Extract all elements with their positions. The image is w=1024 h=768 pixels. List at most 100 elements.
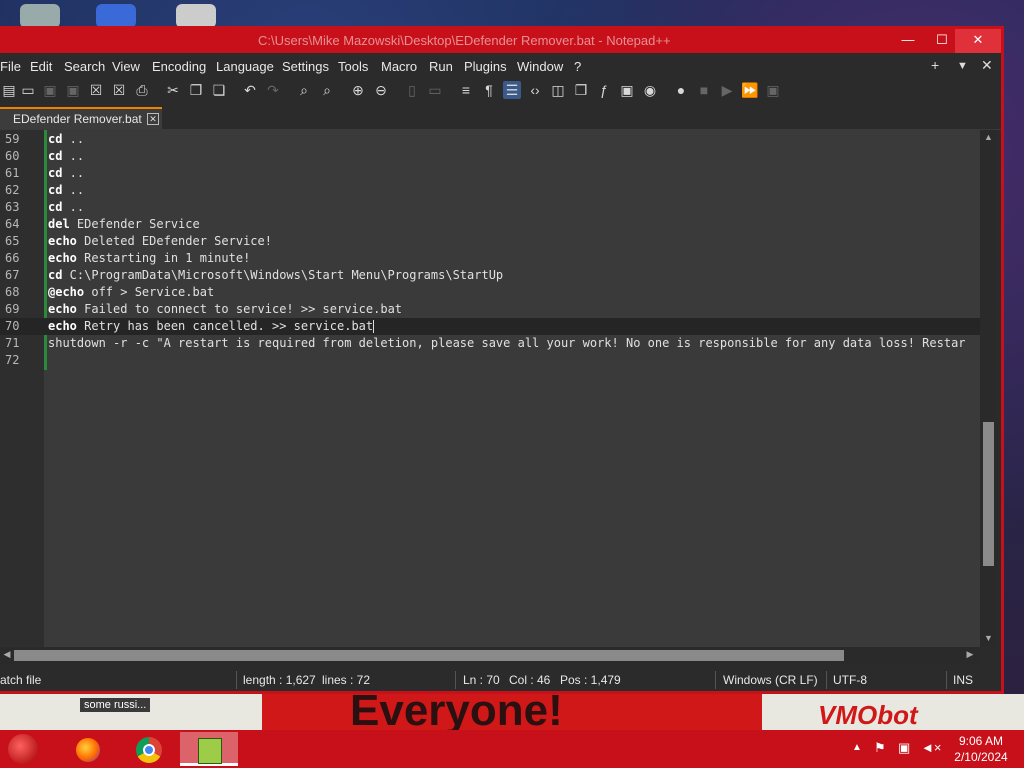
scroll-right-icon[interactable]: ▶ (964, 649, 976, 661)
save-all-icon[interactable]: ▣ (64, 81, 82, 99)
code-line[interactable]: 59 cd .. (0, 131, 980, 148)
keyword: @echo (48, 285, 85, 299)
code-line[interactable]: 66 echo Restarting in 1 minute! (0, 250, 980, 267)
code-line[interactable]: 72 (0, 352, 980, 369)
code-line[interactable]: 63 cd .. (0, 199, 980, 216)
action-center-flag-icon[interactable]: ⚑ (874, 740, 886, 756)
banner-vm-text: VMObot (818, 700, 918, 730)
line-code: echo Deleted EDefender Service! (48, 233, 272, 250)
firefox-taskbar-button[interactable] (66, 732, 102, 766)
menu-help[interactable]: ? (574, 59, 581, 74)
undo-icon[interactable]: ↶ (241, 81, 259, 99)
print-icon[interactable]: ⎙ (133, 81, 151, 99)
open-file-icon[interactable]: ▭ (19, 81, 37, 99)
language-markup-icon[interactable]: ‹› (526, 81, 544, 99)
close-doc-button[interactable]: ✕ (981, 57, 993, 74)
find-icon[interactable]: ⌕ (295, 81, 313, 99)
scroll-left-icon[interactable]: ◀ (1, 649, 13, 661)
sync-vertical-icon[interactable]: ▯ (403, 81, 421, 99)
function-list-icon[interactable]: ƒ (595, 81, 613, 99)
save-macro-icon[interactable]: ▣ (764, 81, 782, 99)
save-icon[interactable]: ▣ (41, 81, 59, 99)
horizontal-scrollbar[interactable]: ◀ ▶ (0, 647, 980, 664)
code-line[interactable]: 64 del EDefender Service (0, 216, 980, 233)
document-map-icon[interactable]: ◫ (549, 81, 567, 99)
tab-close-icon[interactable]: ✕ (147, 113, 159, 125)
code-editor[interactable]: 59 cd .. 60 cd .. 61 cd .. 62 cd .. 63 cd .. 64 del… (0, 130, 980, 647)
line-number: 70 (5, 319, 20, 333)
code-line[interactable]: 65 echo Deleted EDefender Service! (0, 233, 980, 250)
vertical-scrollbar[interactable]: ▲ ▼ (980, 130, 997, 647)
chrome-taskbar-button[interactable] (128, 732, 164, 766)
redo-icon[interactable]: ↷ (264, 81, 282, 99)
menu-edit[interactable]: Edit (30, 59, 52, 74)
volume-muted-icon[interactable]: ◄× (921, 740, 941, 755)
document-list-icon[interactable]: ❐ (572, 81, 590, 99)
tab-edefender-remover[interactable]: EDefender Remover.bat ✕ (0, 107, 162, 129)
stop-macro-icon[interactable]: ■ (695, 81, 713, 99)
menu-plugins[interactable]: Plugins (464, 59, 507, 74)
menu-run[interactable]: Run (429, 59, 453, 74)
start-orb[interactable] (8, 734, 38, 764)
replace-icon[interactable]: ⌕ (318, 81, 336, 99)
status-bar: atch file length : 1,627 lines : 72 Ln :… (0, 669, 1001, 691)
new-tab-button[interactable]: + (931, 57, 939, 73)
notepadpp-taskbar-button[interactable] (180, 732, 238, 766)
menu-macro[interactable]: Macro (381, 59, 417, 74)
indent-guide-icon[interactable]: ☰ (503, 81, 521, 99)
code-line[interactable]: 70 echo Retry has been cancelled. >> serv… (0, 318, 980, 335)
scroll-down-icon[interactable]: ▼ (983, 633, 994, 645)
menu-window[interactable]: Window (517, 59, 563, 74)
sync-horizontal-icon[interactable]: ▭ (426, 81, 444, 99)
code-line[interactable]: 69 echo Failed to connect to service! >> … (0, 301, 980, 318)
code-line[interactable]: 71 shutdown -r -c "A restart is required … (0, 335, 980, 352)
menu-search[interactable]: Search (64, 59, 105, 74)
menu-view[interactable]: View (112, 59, 140, 74)
menu-encoding[interactable]: Encoding (152, 59, 206, 74)
close-all-icon[interactable]: ☒ (110, 81, 128, 99)
maximize-button[interactable]: ☐ (925, 29, 959, 53)
vertical-scroll-thumb[interactable] (983, 422, 994, 566)
menu-settings[interactable]: Settings (282, 59, 329, 74)
horizontal-scroll-thumb[interactable] (14, 650, 844, 661)
minimize-button[interactable]: — (891, 29, 925, 53)
folder-workspace-icon[interactable]: ▣ (618, 81, 636, 99)
monitoring-icon[interactable]: ◉ (641, 81, 659, 99)
line-number: 69 (5, 302, 20, 316)
desktop-shortcut-icon[interactable] (176, 4, 216, 28)
run-macro-multiple-icon[interactable]: ⏩ (741, 81, 759, 99)
scroll-up-icon[interactable]: ▲ (983, 132, 994, 144)
desktop-shortcut-icon[interactable] (96, 4, 136, 28)
zoom-out-icon[interactable]: ⊖ (372, 81, 390, 99)
menu-file[interactable]: File (0, 59, 21, 74)
record-macro-icon[interactable]: ● (672, 81, 690, 99)
code-line[interactable]: 68 @echo off > Service.bat (0, 284, 980, 301)
status-eol: Windows (CR LF) (723, 673, 818, 687)
line-number: 62 (5, 183, 20, 197)
keyword: cd (48, 183, 63, 197)
play-macro-icon[interactable]: ▶ (718, 81, 736, 99)
tray-overflow-icon[interactable]: ▲ (852, 742, 862, 753)
new-file-icon[interactable]: ▤ (0, 81, 18, 99)
show-all-chars-icon[interactable]: ¶ (480, 81, 498, 99)
network-icon[interactable]: ▣ (898, 740, 910, 756)
close-file-icon[interactable]: ☒ (87, 81, 105, 99)
title-bar[interactable]: C:\Users\Mike Mazowski\Desktop\EDefender… (0, 29, 1001, 53)
copy-icon[interactable]: ❐ (187, 81, 205, 99)
paste-icon[interactable]: ❏ (210, 81, 228, 99)
code-text: .. (62, 200, 85, 214)
menu-tools[interactable]: Tools (338, 59, 368, 74)
zoom-in-icon[interactable]: ⊕ (349, 81, 367, 99)
cut-icon[interactable]: ✂ (164, 81, 182, 99)
close-button[interactable]: ✕ (955, 29, 1001, 53)
code-line[interactable]: 67 cd C:\ProgramData\Microsoft\Windows\St… (0, 267, 980, 284)
recycle-bin-icon[interactable] (20, 4, 60, 28)
word-wrap-icon[interactable]: ≡ (457, 81, 475, 99)
line-code: cd .. (48, 131, 84, 148)
code-line[interactable]: 60 cd .. (0, 148, 980, 165)
system-clock[interactable]: 9:06 AM 2/10/2024 (944, 733, 1018, 765)
menu-language[interactable]: Language (216, 59, 274, 74)
tab-list-button[interactable]: ▼ (957, 60, 968, 72)
code-line[interactable]: 61 cd .. (0, 165, 980, 182)
code-line[interactable]: 62 cd .. (0, 182, 980, 199)
